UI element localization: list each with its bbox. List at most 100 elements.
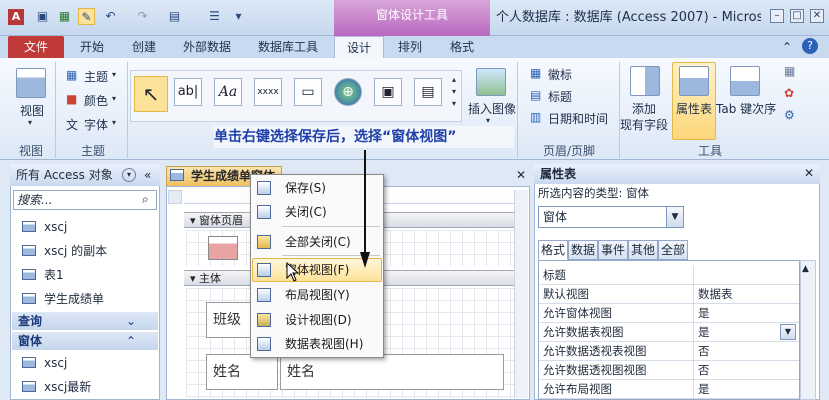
mouse-cursor-icon: [286, 262, 300, 282]
nav-section-queries[interactable]: 查询 ⌄: [12, 312, 158, 330]
tab-home[interactable]: 开始: [72, 36, 112, 58]
collapse-pane-icon[interactable]: «: [144, 168, 151, 182]
name-textbox[interactable]: 姓名: [280, 354, 504, 390]
search-icon[interactable]: ⌕: [142, 192, 149, 207]
list-icon[interactable]: ☰: [206, 8, 223, 25]
tab-external-data[interactable]: 外部数据: [176, 36, 238, 58]
property-dropdown-icon[interactable]: ▼: [780, 324, 796, 340]
property-row[interactable]: 标题: [539, 266, 799, 285]
property-row[interactable]: 允许数据透视表视图否: [539, 342, 799, 361]
logo-icon[interactable]: ▦: [530, 66, 541, 80]
chevron-down-icon[interactable]: ▼: [666, 207, 683, 227]
property-scrollbar[interactable]: [800, 260, 816, 400]
form-icon: [22, 381, 36, 392]
small-tool-icon[interactable]: ⚙: [784, 108, 795, 122]
tab-all-props[interactable]: 全部: [658, 240, 688, 260]
table-icon: [22, 245, 36, 256]
property-row[interactable]: 允许数据表视图是: [539, 323, 799, 342]
property-row[interactable]: 允许窗体视图是: [539, 304, 799, 323]
tab-design[interactable]: 设计: [334, 36, 384, 58]
header-footer-group-label: 页眉/页脚: [542, 144, 596, 158]
form-selector[interactable]: [168, 190, 182, 204]
tab-file[interactable]: 文件: [8, 36, 64, 58]
menu-item-datasheet-view[interactable]: 数据表视图(H): [251, 332, 383, 356]
tab-arrange[interactable]: 排列: [390, 36, 430, 58]
tab-order-label[interactable]: Tab 键次序: [716, 100, 776, 117]
window-title: 个人数据库 : 数据库 (Access 2007) - Microso...: [496, 10, 761, 25]
small-tool-icon[interactable]: ✿: [784, 86, 794, 100]
minimize-button[interactable]: –: [770, 9, 784, 23]
navigation-pane-header[interactable]: 所有 Access 对象: [10, 164, 160, 186]
colors-button[interactable]: 颜色: [84, 92, 108, 109]
property-sheet-icon: [679, 66, 709, 96]
property-sheet-title: 属性表: [534, 164, 820, 184]
view-icon[interactable]: [16, 68, 46, 98]
themes-group-label: 主题: [80, 144, 105, 158]
help-icon[interactable]: ?: [802, 38, 818, 54]
nav-dropdown-icon[interactable]: ▾: [122, 168, 136, 182]
date-time-icon[interactable]: ▥: [530, 110, 541, 124]
theme-button[interactable]: 主题: [84, 68, 108, 85]
property-row[interactable]: 允许布局视图是: [539, 380, 799, 399]
nav-table-xscj-copy[interactable]: xscj 的副本: [22, 240, 152, 262]
excel-export-icon[interactable]: ▦: [56, 8, 73, 25]
menu-item-design-view[interactable]: 设计视图(D): [251, 308, 383, 332]
dropdown-icon: ▾: [112, 118, 117, 127]
form-header-logo-icon[interactable]: [208, 236, 238, 260]
views-group-label: 视图: [18, 144, 43, 158]
tab-other-props[interactable]: 其他: [628, 240, 658, 260]
customize-qat-icon[interactable]: ▾: [230, 8, 247, 25]
theme-icon[interactable]: ▦: [66, 68, 77, 82]
nav-table-1[interactable]: 表1: [22, 264, 152, 286]
form-tab-icon: [170, 169, 184, 181]
add-existing-fields-line1[interactable]: 添加: [632, 100, 656, 117]
edit-icon[interactable]: ✎: [78, 8, 95, 25]
add-existing-fields-line2[interactable]: 现有字段: [620, 116, 668, 133]
tab-create[interactable]: 创建: [122, 36, 166, 58]
add-existing-fields-icon[interactable]: [630, 66, 660, 96]
datasheet-view-icon: [257, 337, 271, 351]
name-label[interactable]: 姓名: [206, 354, 278, 390]
close-document-icon[interactable]: ✕: [516, 168, 526, 182]
nav-section-forms[interactable]: 窗体 ⌃: [12, 332, 158, 350]
colors-icon[interactable]: ■: [66, 92, 77, 106]
close-property-sheet-icon[interactable]: ✕: [804, 166, 814, 180]
design-view-icon: [257, 313, 271, 327]
logo-button[interactable]: 徽标: [548, 66, 572, 83]
nav-table-grades[interactable]: 学生成绩单: [22, 288, 152, 310]
title-button[interactable]: 标题: [548, 88, 572, 105]
nav-pane-title: 所有 Access 对象: [16, 168, 113, 182]
tab-order-icon[interactable]: [730, 66, 760, 96]
maximize-button[interactable]: □: [790, 9, 804, 23]
property-row[interactable]: 默认视图 数据表: [539, 285, 799, 304]
dropdown-icon: ▾: [112, 94, 117, 103]
nav-form-xscj-latest[interactable]: xscj最新: [22, 376, 152, 398]
nav-table-xscj[interactable]: xscj: [22, 216, 152, 238]
view-button-label[interactable]: 视图: [20, 102, 44, 119]
fonts-button[interactable]: 字体: [84, 116, 108, 133]
tab-database-tools[interactable]: 数据库工具: [248, 36, 328, 58]
property-row[interactable]: 允许数据透视图视图否: [539, 361, 799, 380]
redo-icon[interactable]: ↷: [134, 8, 151, 25]
nav-form-xscj[interactable]: xscj: [22, 352, 152, 374]
document-vertical-scrollbar[interactable]: [514, 190, 528, 398]
title-icon[interactable]: ▤: [530, 88, 541, 102]
tab-format-props[interactable]: 格式: [538, 240, 568, 260]
table-icon: [22, 293, 36, 304]
menu-item-layout-view[interactable]: 布局视图(Y): [251, 283, 383, 307]
object-selector[interactable]: 窗体: [538, 206, 684, 228]
tab-event-props[interactable]: 事件: [598, 240, 628, 260]
nav-search-input[interactable]: 搜索...: [13, 190, 157, 210]
folder-icon: [257, 235, 271, 249]
minimize-ribbon-icon[interactable]: ⌃: [782, 40, 792, 54]
undo-icon[interactable]: ↶: [102, 8, 119, 25]
save-icon[interactable]: ▣: [34, 8, 51, 25]
date-time-button[interactable]: 日期和时间: [548, 110, 608, 127]
tab-data-props[interactable]: 数据: [568, 240, 598, 260]
tab-format[interactable]: 格式: [440, 36, 484, 58]
fonts-icon[interactable]: 文: [66, 116, 78, 133]
close-button[interactable]: ✕: [810, 9, 824, 23]
scroll-up-icon[interactable]: ▲: [802, 264, 809, 274]
screen-icon[interactable]: ▤: [166, 8, 183, 25]
small-tool-icon[interactable]: ▦: [784, 64, 795, 78]
